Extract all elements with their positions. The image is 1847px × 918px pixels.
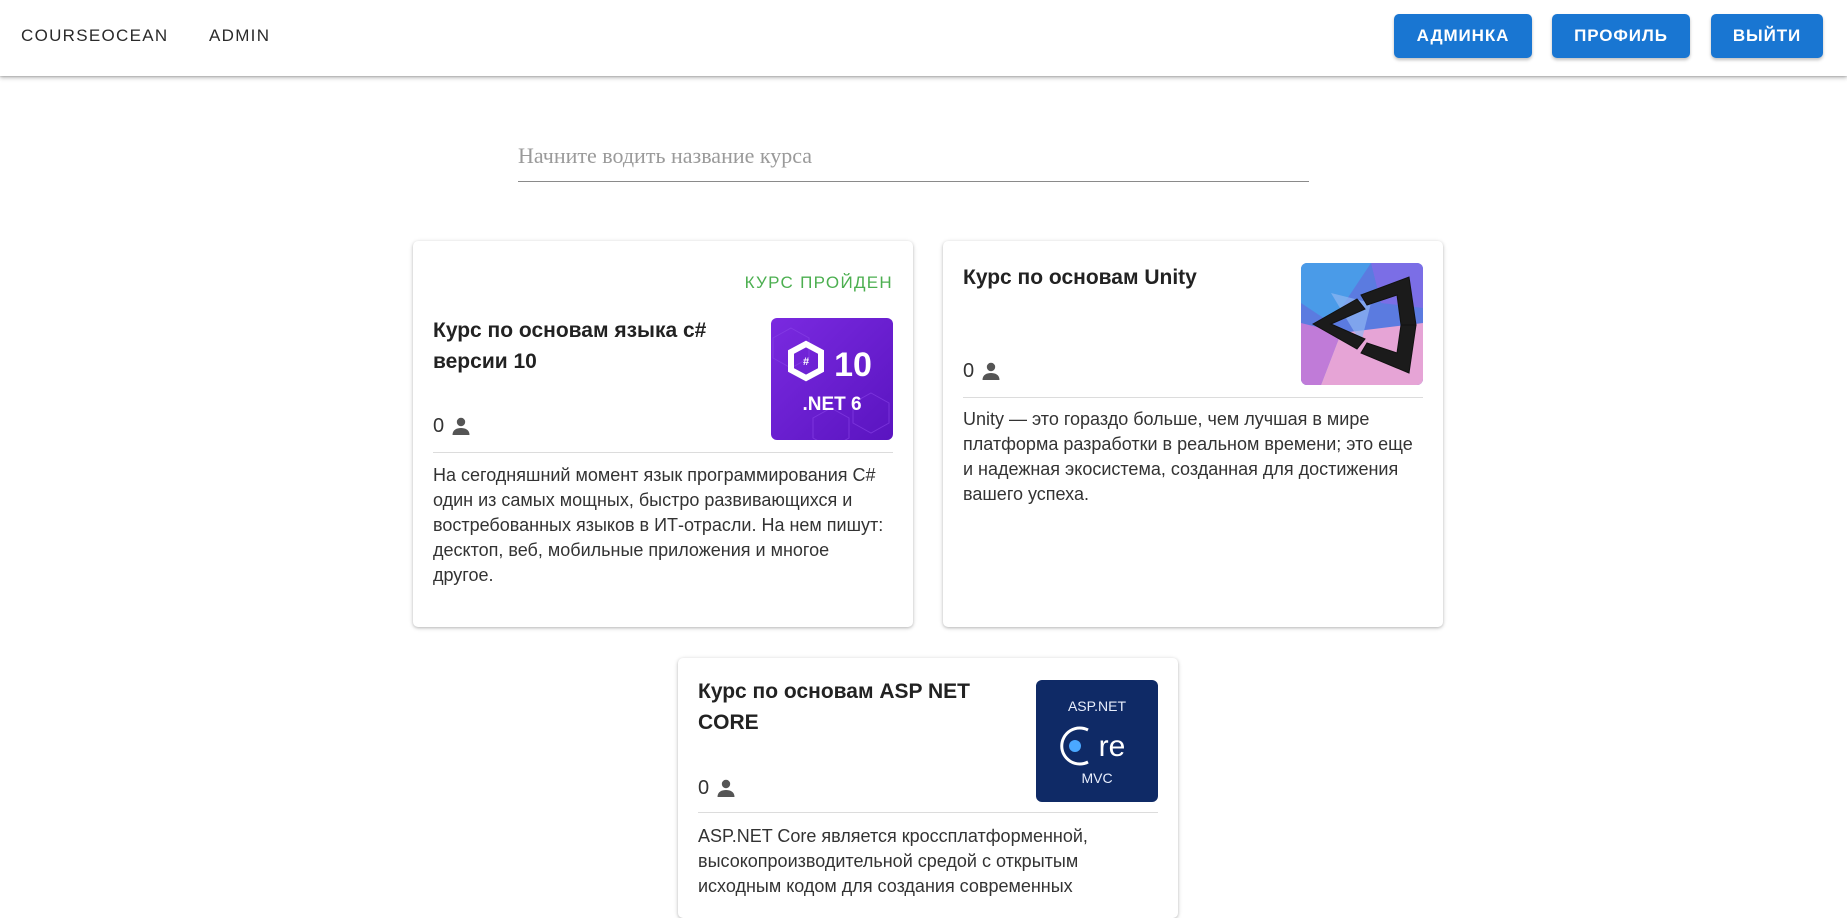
person-icon xyxy=(982,362,1000,380)
card-divider xyxy=(963,397,1423,398)
course-card-aspnet[interactable]: Курс по основам ASP NET CORE ASP.NET re … xyxy=(678,658,1178,918)
course-search xyxy=(518,136,1309,182)
course-title: Курс по основам Unity xyxy=(963,266,1197,289)
unity-logo-icon xyxy=(1301,263,1423,385)
students-count: 0 xyxy=(433,414,473,438)
csharp-logo-image: # 10 .NET 6 xyxy=(771,318,893,440)
profile-button[interactable]: ПРОФИЛЬ xyxy=(1552,14,1690,58)
course-title: Курс по основам ASP NET CORE xyxy=(698,680,970,734)
top-app-bar: COURSEOCEAN ADMIN АДМИНКА ПРОФИЛЬ ВЫЙТИ xyxy=(0,0,1847,76)
aspnet-core-mvc-logo-icon: ASP.NET re MVC xyxy=(1036,680,1158,802)
course-description: ASP.NET Core является кроссплатформенной… xyxy=(698,826,1088,896)
card-divider xyxy=(698,812,1158,813)
students-count: 0 xyxy=(698,776,738,800)
person-icon xyxy=(452,417,470,435)
person-icon xyxy=(717,779,735,797)
course-card-csharp[interactable]: КУРС ПРОЙДЕН Курс по основам языка c# ве… xyxy=(413,241,913,627)
admin-link[interactable]: ADMIN xyxy=(209,26,270,46)
svg-text:re: re xyxy=(1099,730,1126,763)
csharp-10-net6-logo-icon: # 10 .NET 6 xyxy=(771,318,893,440)
svg-text:.NET 6: .NET 6 xyxy=(802,394,861,415)
svg-text:#: # xyxy=(803,356,809,368)
course-search-input[interactable] xyxy=(518,136,1309,176)
course-title: Курс по основам языка c# версии 10 xyxy=(433,319,707,373)
course-card-unity[interactable]: Курс по основам Unity 0 Unity — это гора… xyxy=(943,241,1443,627)
course-description: На сегодняшний момент язык программирова… xyxy=(433,465,884,585)
svg-text:ASP.NET: ASP.NET xyxy=(1068,698,1127,714)
aspnet-logo-image: ASP.NET re MVC xyxy=(1036,680,1158,802)
svg-text:MVC: MVC xyxy=(1081,770,1112,786)
logout-button[interactable]: ВЫЙТИ xyxy=(1711,14,1823,58)
course-description: Unity — это гораздо больше, чем лучшая в… xyxy=(963,409,1413,504)
students-count: 0 xyxy=(963,359,1003,383)
course-completed-badge: КУРС ПРОЙДЕН xyxy=(744,273,893,292)
card-divider xyxy=(433,452,893,453)
unity-logo-image xyxy=(1301,263,1423,385)
svg-text:10: 10 xyxy=(834,346,872,384)
adminka-button[interactable]: АДМИНКА xyxy=(1394,14,1532,58)
brand-link[interactable]: COURSEOCEAN xyxy=(21,26,169,46)
